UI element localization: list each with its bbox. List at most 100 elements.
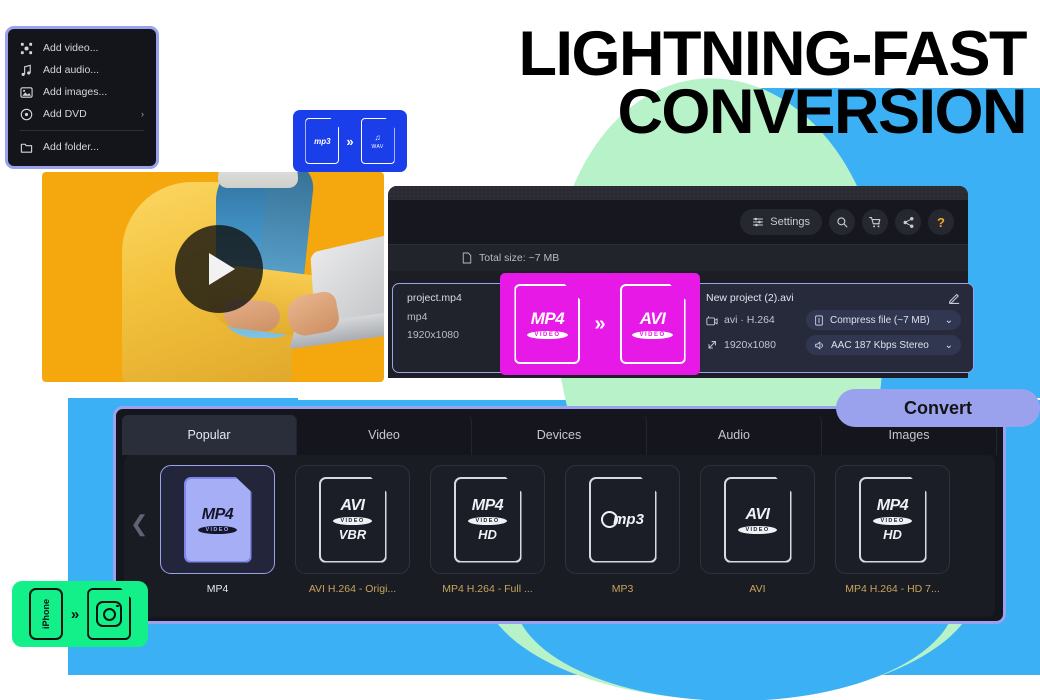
icon-sub: HD bbox=[883, 527, 902, 542]
tab-audio[interactable]: Audio bbox=[647, 415, 822, 455]
badge-source-format: MP4 VIDEO bbox=[514, 284, 581, 364]
menu-item-add-images[interactable]: Add images... bbox=[8, 81, 156, 103]
video-preset-dropdown[interactable]: Compress file (~7 MB) ⌄ bbox=[806, 310, 961, 330]
compress-icon bbox=[815, 315, 823, 325]
output-codec: avi · H.264 bbox=[724, 314, 775, 326]
avi-vbr-file-icon: AVI VIDEO VBR bbox=[318, 476, 387, 563]
tab-popular[interactable]: Popular bbox=[122, 415, 297, 455]
menu-label: Add audio... bbox=[43, 64, 100, 76]
play-icon bbox=[209, 253, 235, 285]
resize-icon bbox=[708, 341, 716, 349]
iphone-label: iPhone bbox=[40, 598, 51, 630]
audio-note-icon bbox=[21, 64, 31, 76]
badge-source-sub: VIDEO bbox=[527, 331, 568, 339]
icon-pill: VIDEO bbox=[198, 525, 237, 534]
window-titlebar[interactable] bbox=[388, 186, 968, 200]
menu-label: Add folder... bbox=[43, 141, 100, 153]
format-card-box: AVI VIDEO VBR bbox=[295, 465, 410, 574]
avi-file-icon: AVI VIDEO bbox=[723, 476, 792, 563]
mp3-mini-card: mp3 bbox=[305, 118, 340, 164]
cart-icon[interactable] bbox=[862, 209, 888, 235]
settings-button[interactable]: Settings bbox=[740, 209, 822, 235]
mp3-glyph: mp3 bbox=[601, 511, 644, 528]
menu-item-add-video[interactable]: Add video... bbox=[8, 37, 156, 59]
format-card-label: AVI H.264 - Origi... bbox=[308, 583, 397, 595]
file-output-section: New project (2).avi avi · H.264 Compress… bbox=[695, 284, 973, 372]
output-resolution-row: 1920x1080 AAC 187 Kbps Stereo ⌄ bbox=[706, 335, 961, 355]
formats-panel: Popular Video Devices Audio Images ❮ MP4 bbox=[113, 406, 1006, 624]
format-card-avi[interactable]: AVI VIDEO AVI bbox=[690, 465, 825, 595]
format-card-mp4[interactable]: MP4 VIDEO MP4 bbox=[150, 465, 285, 595]
play-button[interactable] bbox=[175, 225, 263, 313]
menu-label: Add DVD bbox=[43, 108, 87, 120]
wav-mini-card: ♫ WAV bbox=[360, 118, 395, 164]
menu-label: Add images... bbox=[43, 86, 108, 98]
badge-source-name: MP4 bbox=[530, 309, 565, 328]
menu-item-add-dvd[interactable]: Add DVD › bbox=[8, 103, 156, 125]
tab-label: Images bbox=[888, 428, 930, 442]
menu-item-add-audio[interactable]: Add audio... bbox=[8, 59, 156, 81]
output-resolution-label: 1920x1080 bbox=[706, 339, 798, 351]
share-icon[interactable] bbox=[895, 209, 921, 235]
image-icon bbox=[20, 86, 33, 98]
format-card-label: MP4 bbox=[206, 583, 229, 595]
output-filename: New project (2).avi bbox=[706, 291, 794, 304]
mp3-to-wav-badge: mp3 » ♫ WAV bbox=[293, 110, 407, 172]
video-icon bbox=[20, 42, 33, 54]
instagram-icon bbox=[87, 588, 132, 640]
settings-label: Settings bbox=[770, 216, 810, 228]
add-media-context-menu[interactable]: Add video... Add audio... Add images... bbox=[5, 26, 159, 169]
format-card-box: mp3 bbox=[565, 465, 680, 574]
mp4-file-icon: MP4 VIDEO bbox=[183, 476, 252, 563]
icon-pill: VIDEO bbox=[738, 525, 777, 534]
window-toolbar: Settings ? bbox=[388, 200, 968, 244]
format-card-mp3[interactable]: mp3 MP3 bbox=[555, 465, 690, 595]
tab-video[interactable]: Video bbox=[297, 415, 472, 455]
search-icon[interactable] bbox=[829, 209, 855, 235]
output-codec-label: avi · H.264 bbox=[706, 314, 798, 326]
icon-sub: HD bbox=[478, 527, 497, 542]
output-resolution: 1920x1080 bbox=[724, 339, 776, 351]
help-icon[interactable]: ? bbox=[928, 209, 954, 235]
output-name-row: New project (2).avi bbox=[706, 291, 961, 304]
convert-label: Convert bbox=[903, 397, 972, 418]
format-card-label: AVI bbox=[749, 583, 766, 595]
format-card-mp4-h264-full[interactable]: MP4 VIDEO HD MP4 H.264 - Full ... bbox=[420, 465, 555, 595]
icon-text: AVI bbox=[745, 505, 770, 523]
tab-devices[interactable]: Devices bbox=[472, 415, 647, 455]
wav-mini-label: WAV bbox=[371, 143, 384, 150]
disc-icon bbox=[20, 108, 33, 120]
arrow-icon: » bbox=[346, 133, 354, 149]
icon-pill: VIDEO bbox=[873, 517, 912, 525]
tab-label: Audio bbox=[718, 428, 750, 442]
format-card-avi-h264-original[interactable]: AVI VIDEO VBR AVI H.264 - Origi... bbox=[285, 465, 420, 595]
convert-button[interactable]: Convert bbox=[836, 389, 1040, 427]
camera-icon bbox=[706, 315, 718, 325]
iphone-icon: iPhone bbox=[28, 588, 63, 640]
format-card-mp4-h264-hd[interactable]: MP4 VIDEO HD MP4 H.264 - HD 7... bbox=[825, 465, 960, 595]
chevron-left-icon[interactable]: ❮ bbox=[130, 511, 148, 537]
mp3-file-icon: mp3 bbox=[588, 476, 657, 563]
format-card-box: MP4 VIDEO bbox=[160, 465, 275, 574]
photo-cap bbox=[218, 172, 298, 188]
format-card-label: MP4 H.264 - Full ... bbox=[442, 583, 533, 595]
icon-pill: VIDEO bbox=[468, 517, 507, 525]
arrow-icon: » bbox=[594, 312, 606, 335]
help-glyph: ? bbox=[937, 214, 945, 230]
speaker-icon bbox=[815, 341, 823, 349]
instagram-glyph bbox=[96, 601, 123, 627]
format-card-label: MP3 bbox=[611, 583, 634, 595]
menu-item-add-folder[interactable]: Add folder... bbox=[8, 136, 156, 158]
format-card-box: MP4 VIDEO HD bbox=[835, 465, 950, 574]
tab-label: Video bbox=[368, 428, 400, 442]
mp3-mini-label: mp3 bbox=[314, 136, 331, 146]
total-size-label: Total size: ~7 MB bbox=[479, 252, 560, 264]
tab-label: Popular bbox=[187, 428, 231, 442]
audio-preset-value: AAC 187 Kbps Stereo bbox=[831, 339, 929, 351]
audio-preset-dropdown[interactable]: AAC 187 Kbps Stereo ⌄ bbox=[806, 335, 961, 355]
arrow-icon: » bbox=[70, 605, 80, 623]
format-cards-row: ❮ MP4 VIDEO MP4 AVI VIDEO VBR AVI H.264 … bbox=[124, 455, 995, 617]
pencil-icon[interactable] bbox=[948, 291, 961, 304]
chevron-down-icon: ⌄ bbox=[944, 314, 953, 326]
tab-label: Devices bbox=[536, 428, 582, 442]
